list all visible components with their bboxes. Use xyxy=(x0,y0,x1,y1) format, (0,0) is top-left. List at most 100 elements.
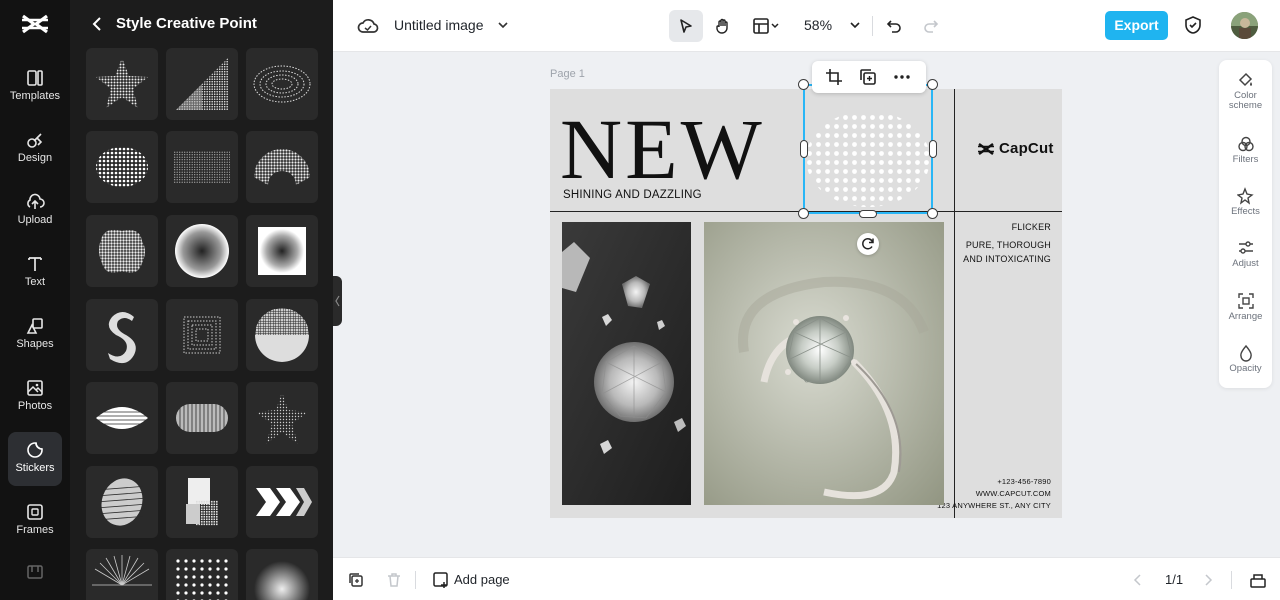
duplicate-icon[interactable] xyxy=(858,67,878,87)
left-rail: Templates Design Upload Text Shapes Phot… xyxy=(0,0,70,600)
rail-label: Photos xyxy=(17,400,53,412)
rail-stickers[interactable]: Stickers xyxy=(8,432,62,486)
shield-check-icon[interactable] xyxy=(1182,14,1204,36)
filters-button[interactable]: Filters xyxy=(1219,135,1272,165)
sticker-blob-halftone[interactable] xyxy=(86,215,158,287)
add-page-button[interactable]: Add page xyxy=(454,572,510,587)
rail-text[interactable]: Text xyxy=(8,246,62,300)
sticker-burst[interactable] xyxy=(86,549,158,600)
rail-upload[interactable]: Upload xyxy=(8,184,62,238)
crop-icon[interactable] xyxy=(824,67,844,87)
contact-address[interactable]: 123 ANYWHERE ST., ANY CITY xyxy=(937,500,1051,512)
contact-website[interactable]: WWW.CAPCUT.COM xyxy=(976,488,1051,500)
sticker-arch-halftone[interactable] xyxy=(246,131,318,203)
cloud-save-icon[interactable] xyxy=(357,15,379,37)
chevron-down-icon[interactable] xyxy=(496,17,510,33)
zoom-level[interactable]: 58% xyxy=(804,17,832,33)
panel-collapse-handle[interactable] xyxy=(333,276,342,326)
effects-button[interactable]: Effects xyxy=(1219,187,1272,217)
resize-handle-bottom-right[interactable] xyxy=(927,208,938,219)
templates-icon xyxy=(27,70,43,86)
sticker-sphere-lines[interactable] xyxy=(86,466,158,538)
next-page-icon[interactable] xyxy=(1199,571,1217,589)
panel-label: Effects xyxy=(1231,206,1260,217)
zoom-chevron-icon[interactable] xyxy=(848,18,862,32)
more-options-icon[interactable] xyxy=(892,67,912,87)
sticker-square-halftone[interactable] xyxy=(246,215,318,287)
rotate-icon xyxy=(862,238,874,250)
duplicate-page-icon[interactable] xyxy=(347,571,365,589)
design-icon xyxy=(27,133,43,148)
sticker-polka-dots[interactable] xyxy=(166,549,238,600)
contact-phone[interactable]: +123-456-7890 xyxy=(997,476,1051,488)
resize-handle-top-right[interactable] xyxy=(927,79,938,90)
user-avatar[interactable] xyxy=(1231,12,1258,39)
opacity-button[interactable]: Opacity xyxy=(1219,344,1272,374)
resize-handle-bottom[interactable] xyxy=(859,210,877,218)
rail-label: Shapes xyxy=(16,338,54,350)
layout-tool-button[interactable] xyxy=(747,10,787,42)
stickers-icon xyxy=(27,442,43,458)
capcut-logo-icon[interactable] xyxy=(20,12,50,38)
color-scheme-button[interactable]: Color scheme xyxy=(1219,71,1272,111)
selection-box xyxy=(803,84,933,214)
arrange-button[interactable]: Arrange xyxy=(1219,292,1272,322)
brand-name-text[interactable]: CapCut xyxy=(999,140,1054,157)
sticker-oval-dots[interactable] xyxy=(86,131,158,203)
export-button[interactable]: Export xyxy=(1105,11,1168,40)
sticker-diamond-lines[interactable] xyxy=(86,382,158,454)
rail-design[interactable]: Design xyxy=(8,122,62,176)
sticker-triangle-halftone[interactable] xyxy=(166,48,238,120)
sticker-radial-glow[interactable] xyxy=(246,549,318,600)
undo-icon[interactable] xyxy=(884,16,904,36)
add-page-icon[interactable] xyxy=(432,571,450,589)
panel-label: Arrange xyxy=(1228,311,1263,322)
more-icon[interactable] xyxy=(26,563,44,581)
trash-icon[interactable] xyxy=(385,571,403,589)
sticker-ellipse-rings[interactable] xyxy=(246,48,318,120)
sticker-star-dots[interactable] xyxy=(246,382,318,454)
page-indicator: 1/1 xyxy=(1165,572,1184,587)
side-text-line[interactable]: PURE, THOROUGH xyxy=(966,238,1051,252)
tagline-text[interactable]: SHINING AND DAZZLING xyxy=(563,189,702,201)
diamond-photo[interactable] xyxy=(562,222,691,505)
rail-shapes[interactable]: Shapes xyxy=(8,308,62,362)
resize-handle-top-left[interactable] xyxy=(798,79,809,90)
color-scheme-icon xyxy=(1238,72,1252,87)
rotate-handle[interactable] xyxy=(857,233,879,255)
sticker-circle-halftone[interactable] xyxy=(166,215,238,287)
document-title[interactable]: Untitled image xyxy=(394,17,484,33)
sticker-star-halftone[interactable] xyxy=(86,48,158,120)
sticker-rect-dots[interactable] xyxy=(166,131,238,203)
resize-handle-right[interactable] xyxy=(929,140,937,158)
sticker-square-frames[interactable] xyxy=(166,299,238,371)
previous-page-icon[interactable] xyxy=(1129,571,1147,589)
back-arrow-icon[interactable] xyxy=(88,14,106,34)
panel-label: Adjust xyxy=(1232,258,1259,269)
redo-icon[interactable] xyxy=(921,16,941,36)
side-text-line[interactable]: AND INTOXICATING xyxy=(963,252,1051,266)
capcut-brand-icon[interactable] xyxy=(977,142,995,156)
ring-photo[interactable] xyxy=(704,222,944,505)
pages-panel-icon[interactable] xyxy=(1249,571,1267,589)
resize-handle-left[interactable] xyxy=(800,140,808,158)
rail-photos[interactable]: Photos xyxy=(8,370,62,424)
shapes-icon xyxy=(26,318,43,334)
sticker-pill-lines[interactable] xyxy=(166,382,238,454)
select-tool-button[interactable] xyxy=(669,10,703,42)
panel-label: Filters xyxy=(1232,154,1259,165)
rail-frames[interactable]: Frames xyxy=(8,494,62,548)
opacity-icon xyxy=(1239,344,1252,362)
resize-handle-bottom-left[interactable] xyxy=(798,208,809,219)
sticker-blocks[interactable] xyxy=(166,466,238,538)
sticker-half-circle[interactable] xyxy=(246,299,318,371)
adjust-button[interactable]: Adjust xyxy=(1219,239,1272,269)
adjust-icon xyxy=(1238,241,1253,254)
vertical-rule xyxy=(954,89,955,518)
sticker-s-shape[interactable] xyxy=(86,299,158,371)
rail-templates[interactable]: Templates xyxy=(8,60,62,114)
side-text-line[interactable]: FLICKER xyxy=(1012,220,1051,234)
sticker-chevrons[interactable] xyxy=(246,466,318,538)
hand-tool-button[interactable] xyxy=(706,10,740,42)
headline-text[interactable]: NEW xyxy=(560,106,765,192)
